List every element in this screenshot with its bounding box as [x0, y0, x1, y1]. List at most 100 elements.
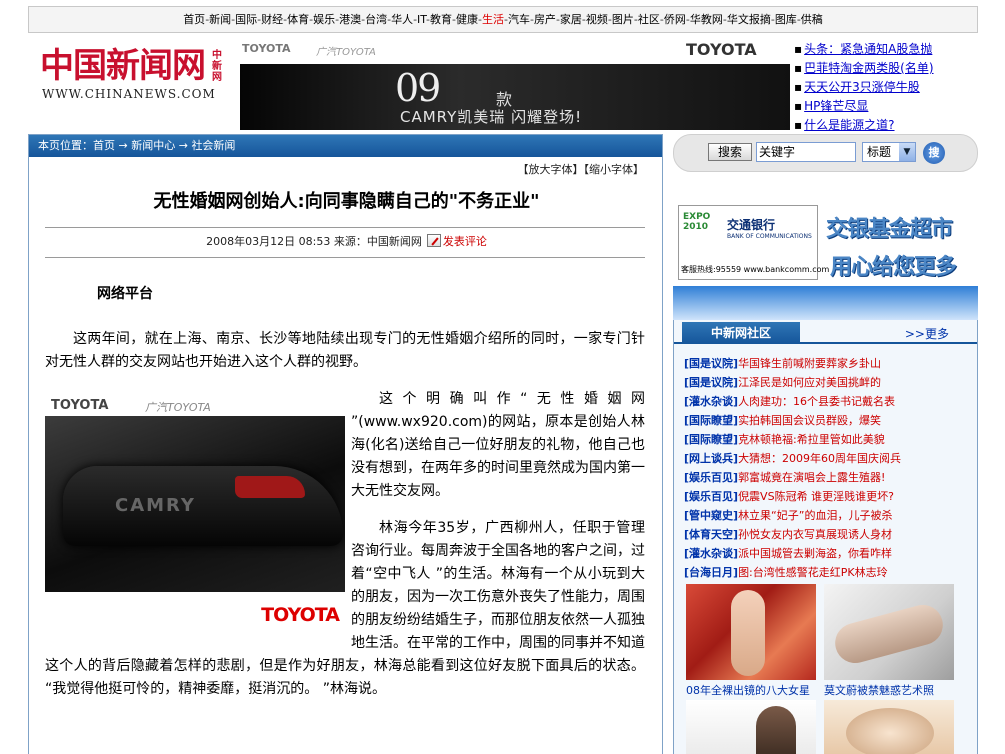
search-keyword-input[interactable]: 关键字 — [756, 142, 856, 162]
community-row[interactable]: [国是议院]华国锋生前喊附要葬家乡卦山 — [684, 354, 974, 373]
community-row[interactable]: [台海日月]图:台湾性感警花走红PK林志玲 — [684, 563, 974, 582]
article-body: 网络平台 这两年间，就在上海、南京、长沙等地陆续出现专门的无性婚姻介绍所的同时，… — [45, 283, 645, 715]
community-row-text[interactable]: 克林顿艳福:希拉里管如此美貌 — [738, 433, 885, 446]
nav-item[interactable]: 生活 — [482, 13, 504, 26]
community-row[interactable]: [网上谈兵]大猜想：2009年60周年国庆阅兵 — [684, 449, 974, 468]
community-row[interactable]: [灌水杂谈]派中国城管去剿海盗，你看咋样 — [684, 544, 974, 563]
community-row-text[interactable]: 孙悦女友内衣写真展现诱人身材 — [738, 528, 892, 541]
nav-item[interactable]: 图库 — [775, 13, 797, 26]
community-row-text[interactable]: 实拍韩国国会议员群殴，爆笑 — [738, 414, 881, 427]
community-row-text[interactable]: 图:台湾性感警花走红PK林志玲 — [738, 566, 888, 579]
nav-item[interactable]: IT — [417, 13, 426, 26]
nav-item[interactable]: 体育 — [287, 13, 309, 26]
thumb-photo[interactable] — [824, 584, 954, 680]
community-row-tag[interactable]: [灌水杂谈] — [684, 395, 738, 408]
thumb-photo[interactable] — [824, 700, 954, 754]
community-row[interactable]: [体育天空]孙悦女友内衣写真展现诱人身材 — [684, 525, 974, 544]
bank-slogan-2: 用心给您更多 — [830, 255, 957, 280]
thumb-caption[interactable]: 莫文蔚被禁魅惑艺术照 — [824, 682, 934, 698]
nav-item[interactable]: 财经 — [261, 13, 283, 26]
nav-item[interactable]: 社区 — [638, 13, 660, 26]
headline-link[interactable]: HP锋芒尽显 — [794, 97, 984, 116]
breadcrumb-home[interactable]: 首页 — [93, 139, 115, 152]
nav-item[interactable]: 视频 — [586, 13, 608, 26]
community-row[interactable]: [灌水杂谈]人肉建功：16个县委书记戴名表 — [684, 392, 974, 411]
community-row-text[interactable]: 派中国城管去剿海盗，你看咋样 — [738, 547, 892, 560]
community-row[interactable]: [国际瞭望]克林顿艳福:希拉里管如此美貌 — [684, 430, 974, 449]
community-row-tag[interactable]: [国是议院] — [684, 376, 738, 389]
nav-item[interactable]: 健康 — [456, 13, 478, 26]
sky-banner — [673, 286, 978, 320]
nav-item[interactable]: 娱乐 — [313, 13, 335, 26]
community-row-text[interactable]: 江泽民是如何应对美国挑衅的 — [738, 376, 881, 389]
community-row-tag[interactable]: [网上谈兵] — [684, 452, 738, 465]
community-more-link[interactable]: >>更多 — [905, 325, 949, 342]
headline-link[interactable]: 巴菲特淘金两类股(名单) — [794, 59, 984, 78]
nav-item[interactable]: 图片 — [612, 13, 634, 26]
community-row-text[interactable]: 林立果“妃子”的血泪，儿子被杀 — [738, 509, 892, 522]
bank-slogan-1: 交银基金超市 — [826, 217, 953, 242]
ad-slogan: CAMRY凯美瑞 闪耀登场! — [400, 108, 583, 126]
search-go-button[interactable]: 搜 — [923, 142, 945, 164]
community-row[interactable]: [娱乐百见]郭富城竟在演唱会上露生殖器! — [684, 468, 974, 487]
nav-item[interactable]: 华文报摘 — [727, 13, 771, 26]
shrink-font-button[interactable]: 【缩小字体】 — [584, 163, 645, 176]
headline-link[interactable]: 天天公开3只涨停牛股 — [794, 78, 984, 97]
chevron-down-icon: ▼ — [899, 143, 915, 161]
community-row-text[interactable]: 华国锋生前喊附要葬家乡卦山 — [738, 357, 881, 370]
community-row[interactable]: [娱乐百见]倪震VS陈冠希 谁更淫贱谁更坏? — [684, 487, 974, 506]
nav-item[interactable]: 汽车 — [508, 13, 530, 26]
chinanews-logo[interactable]: 中国新闻网 中新网 WWW.CHINANEWS.COM — [40, 46, 230, 106]
breadcrumb-social-news[interactable]: 社会新闻 — [191, 139, 235, 152]
bank-phone: 客服热线:95559 www.bankcomm.com — [681, 265, 830, 274]
headline-link[interactable]: 什么是能源之道? — [794, 116, 984, 135]
thumb-figure — [830, 600, 948, 668]
article-paragraph: 这两年间，就在上海、南京、长沙等地陆续出现专门的无性婚姻介绍所的同时，一家专门针… — [45, 331, 645, 370]
community-row-tag[interactable]: [娱乐百见] — [684, 490, 738, 503]
post-comment-link[interactable]: 发表评论 — [443, 235, 487, 248]
search-button[interactable]: 搜索 — [708, 143, 752, 161]
nav-item[interactable]: 首页 — [183, 13, 205, 26]
community-row-tag[interactable]: [国际瞭望] — [684, 414, 738, 427]
nav-item[interactable]: 华人 — [391, 13, 413, 26]
nav-item[interactable]: 供稿 — [801, 13, 823, 26]
headline-link[interactable]: 头条：紧急通知A股急抛 — [794, 40, 984, 59]
community-row-tag[interactable]: [国是议院] — [684, 357, 738, 370]
ad-big-text: 09 — [395, 66, 441, 110]
breadcrumb-news-center[interactable]: 新闻中心 — [131, 139, 175, 152]
community-row-tag[interactable]: [台海日月] — [684, 566, 738, 579]
nav-item[interactable]: 侨网 — [664, 13, 686, 26]
community-row-tag[interactable]: [灌水杂谈] — [684, 547, 738, 560]
nav-item[interactable]: 教育 — [430, 13, 452, 26]
community-row-text[interactable]: 郭富城竟在演唱会上露生殖器! — [738, 471, 885, 484]
camry-banner-ad[interactable]: TOYOTA 广汽TOYOTA TOYOTA 09 款 CAMRY凯美瑞 闪耀登… — [240, 40, 790, 130]
thumb-caption[interactable]: 08年全裸出镜的八大女星 — [686, 682, 810, 698]
nav-item[interactable]: 新闻 — [209, 13, 231, 26]
nav-item[interactable]: 港澳 — [339, 13, 361, 26]
search-field-select[interactable]: 标题 ▼ — [862, 142, 916, 162]
community-row-tag[interactable]: [体育天空] — [684, 528, 738, 541]
bankcomm-ad[interactable]: EXPO 2010 交通银行 BANK OF COMMUNICATIONS 客服… — [678, 205, 978, 280]
car-ad-brand-strip: TOYOTA 广汽TOYOTA — [45, 388, 345, 416]
camry-inline-ad[interactable]: TOYOTA 广汽TOYOTA CAMRY TOYOTA — [45, 388, 345, 638]
community-row-tag[interactable]: [娱乐百见] — [684, 471, 738, 484]
comment-icon[interactable] — [426, 234, 441, 247]
ad-banner-image[interactable]: 09 款 CAMRY凯美瑞 闪耀登场! — [240, 64, 790, 130]
community-row-text[interactable]: 倪震VS陈冠希 谁更淫贱谁更坏? — [738, 490, 894, 503]
community-row[interactable]: [国是议院]江泽民是如何应对美国挑衅的 — [684, 373, 974, 392]
nav-item[interactable]: 台湾 — [365, 13, 387, 26]
enlarge-font-button[interactable]: 【放大字体】 — [518, 163, 584, 176]
community-row[interactable]: [管中窥史]林立果“妃子”的血泪，儿子被杀 — [684, 506, 974, 525]
thumb-photo[interactable] — [686, 584, 816, 680]
nav-item[interactable]: 华教网 — [690, 13, 723, 26]
nav-item[interactable]: 房产 — [534, 13, 556, 26]
nav-item[interactable]: 国际 — [235, 13, 257, 26]
community-row[interactable]: [国际瞭望]实拍韩国国会议员群殴，爆笑 — [684, 411, 974, 430]
community-tab[interactable]: 中新网社区 — [682, 322, 800, 344]
community-row-text[interactable]: 大猜想：2009年60周年国庆阅兵 — [738, 452, 901, 465]
community-row-text[interactable]: 人肉建功：16个县委书记戴名表 — [738, 395, 895, 408]
community-row-tag[interactable]: [管中窥史] — [684, 509, 738, 522]
nav-item[interactable]: 家居 — [560, 13, 582, 26]
thumb-photo[interactable] — [686, 700, 816, 754]
community-row-tag[interactable]: [国际瞭望] — [684, 433, 738, 446]
